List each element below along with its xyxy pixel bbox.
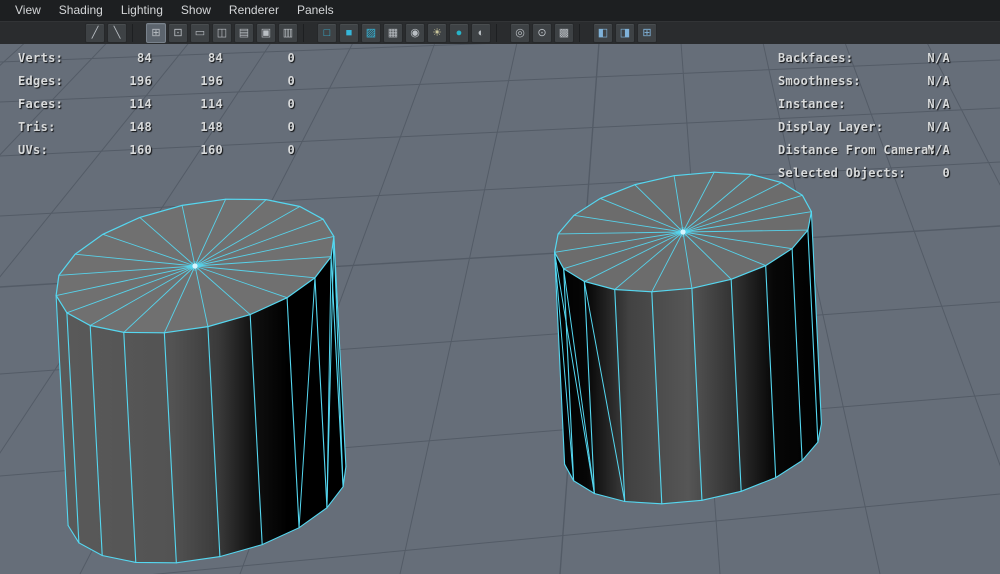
toolbar-separator [303, 24, 312, 42]
occlusion-icon[interactable]: ◐ [471, 23, 491, 43]
cap-center-vertex [680, 229, 686, 235]
hud-right-row: N/A Backfaces: [778, 47, 950, 70]
textured-mode-icon[interactable]: ▨ [361, 23, 381, 43]
hud-label: Smoothness: [778, 74, 861, 88]
pane-quad-icon[interactable]: ⊞ [637, 23, 657, 43]
grid-display-icon[interactable]: ⊞ [146, 23, 166, 43]
panel-menu-bar: View Shading Lighting Show Renderer Panels [0, 0, 1000, 21]
resolution-gate-icon[interactable]: ▭ [190, 23, 210, 43]
hud-label: Tris: [18, 120, 56, 134]
film-gate-icon[interactable]: ⊡ [168, 23, 188, 43]
hud-poly-count: 84 84 0 Verts: 196 196 0 Edges: 114 114 0 Faces: 148… [18, 47, 328, 162]
wireframe-mode-icon[interactable]: □ [317, 23, 337, 43]
hud-left-row: 148 148 0 Tris: [18, 116, 328, 139]
cylinder-right[interactable] [553, 171, 822, 505]
hud-label: Backfaces: [778, 51, 854, 65]
hud-left-row: 114 114 0 Faces: [18, 93, 328, 116]
toolbar-separator [496, 24, 505, 42]
isolate-select-icon[interactable]: ⊙ [532, 23, 552, 43]
hud-object-details: N/A Backfaces: N/A Smoothness: N/A Instance: N… [778, 47, 950, 185]
field-chart-icon[interactable]: ▤ [234, 23, 254, 43]
multisample-icon[interactable]: ▩ [554, 23, 574, 43]
menu-item-show[interactable]: Show [172, 0, 220, 21]
hud-value: 0 [287, 120, 295, 134]
xray-icon[interactable]: ◎ [510, 23, 530, 43]
menu-item-lighting[interactable]: Lighting [112, 0, 172, 21]
hud-label: Instance: [778, 97, 846, 111]
pane-two-icon[interactable]: ◨ [615, 23, 635, 43]
safe-title-icon[interactable]: ▥ [278, 23, 298, 43]
hud-label: Verts: [18, 51, 64, 65]
hud-right-row: N/A Instance: [778, 93, 950, 116]
shadows-toggle-icon[interactable]: ● [449, 23, 469, 43]
panel-toolbar: ╱ ╲ ⊞ ⊡ ▭ ◫ ▤ ▣ ▥ □ ■ ▨ ▦ ◉ ☀ ● ◐ ◎ ⊙ ▩ ◧ ◨ ⊞ [0, 21, 1000, 44]
hud-right-row: 0 Selected Objects: [778, 162, 950, 185]
hud-left-row: 196 196 0 Edges: [18, 70, 328, 93]
menu-item-renderer[interactable]: Renderer [220, 0, 288, 21]
lighting-toggle-icon[interactable]: ☀ [427, 23, 447, 43]
grease-pencil-icon[interactable]: ╱ [85, 23, 105, 43]
hud-label: Selected Objects: [778, 166, 906, 180]
hud-label: UVs: [18, 143, 49, 157]
gate-mask-icon[interactable]: ◫ [212, 23, 232, 43]
maya-panel-window: View Shading Lighting Show Renderer Panels ╱ ╲… [0, 0, 1000, 574]
marker-icon[interactable]: ╲ [107, 23, 127, 43]
perspective-viewport[interactable]: 84 84 0 Verts: 196 196 0 Edges: 114 114 0 Faces: 148… [0, 44, 1000, 574]
hud-value: 0 [287, 143, 295, 157]
menu-item-shading[interactable]: Shading [50, 0, 112, 21]
hud-label: Faces: [18, 97, 64, 111]
use-default-material-icon[interactable]: ◉ [405, 23, 425, 43]
pane-single-icon[interactable]: ◧ [593, 23, 613, 43]
hud-label: Display Layer: [778, 120, 884, 134]
shaded-mode-icon[interactable]: ■ [339, 23, 359, 43]
toolbar-separator [132, 24, 141, 42]
hud-label: Distance From Camera: [778, 143, 937, 157]
hud-left-row: 84 84 0 Verts: [18, 47, 328, 70]
hud-right-row: N/A Distance From Camera: [778, 139, 950, 162]
checker-material-icon[interactable]: ▦ [383, 23, 403, 43]
safe-action-icon[interactable]: ▣ [256, 23, 276, 43]
toolbar-separator [579, 24, 588, 42]
hud-right-row: N/A Smoothness: [778, 70, 950, 93]
hud-label: Edges: [18, 74, 64, 88]
menu-item-panels[interactable]: Panels [288, 0, 343, 21]
hud-right-row: N/A Display Layer: [778, 116, 950, 139]
cap-center-vertex [192, 263, 198, 269]
menu-item-view[interactable]: View [6, 0, 50, 21]
hud-left-row: 160 160 0 UVs: [18, 139, 328, 162]
cylinder-left[interactable] [55, 198, 347, 564]
